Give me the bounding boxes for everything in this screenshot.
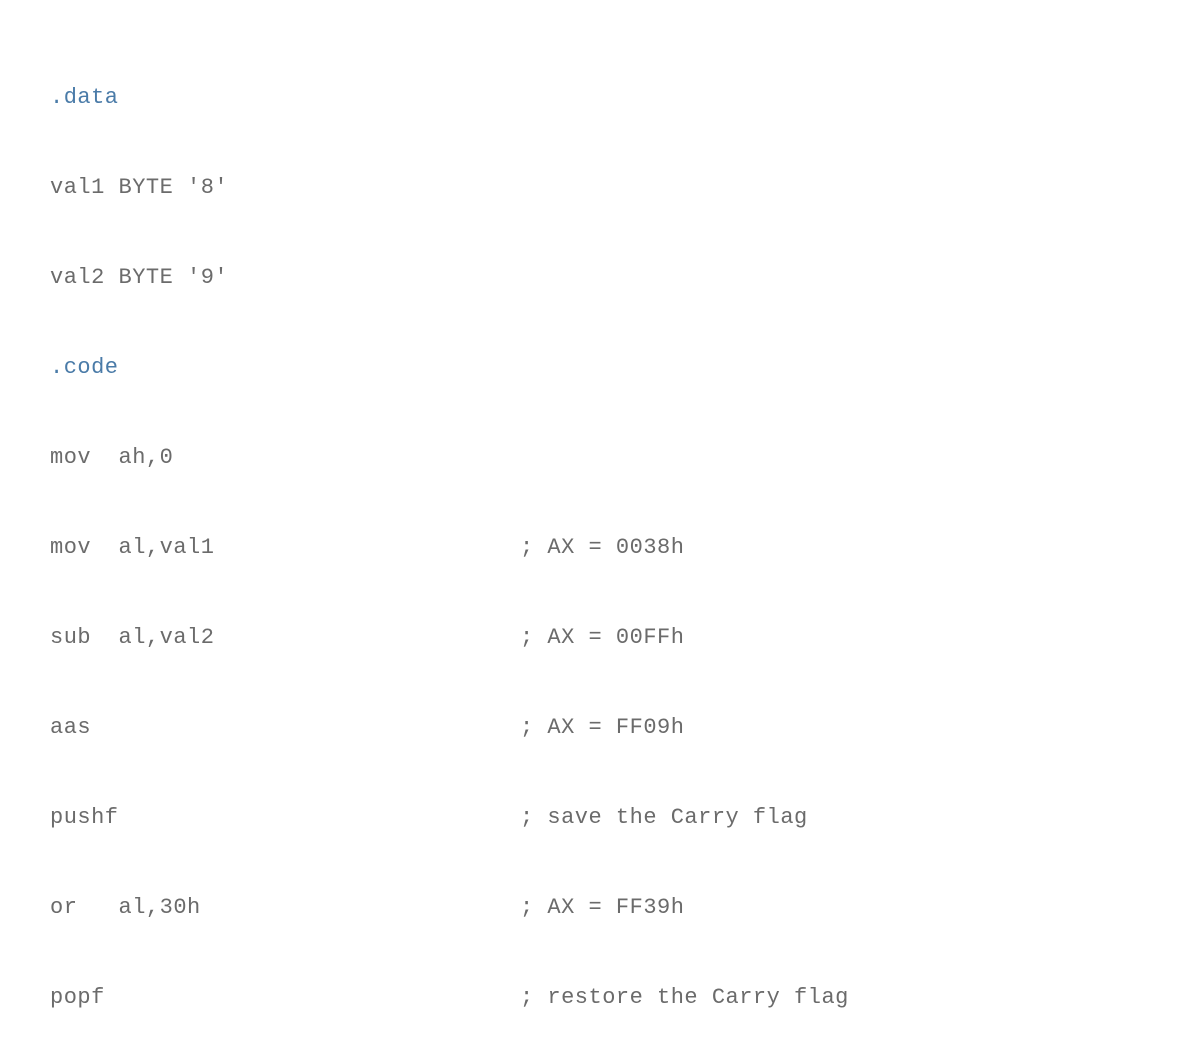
comment-cell: ; AX = 0038h [520,528,684,568]
instruction-cell: pushf [50,798,520,838]
code-line: mov ah,0 [50,438,1150,478]
comment-cell: ; restore the Carry flag [520,978,849,1018]
instruction-cell: val1 BYTE '8' [50,168,520,208]
instr-pre: or al,30h [50,895,201,920]
code-line: .code [50,348,1150,388]
instr-pre: popf [50,985,105,1010]
directive: .data [50,85,119,110]
code-line: pushf ; save the Carry flag [50,798,1150,838]
instruction-cell: sub al,val2 [50,618,520,658]
code-line: mov al,val1 ; AX = 0038h [50,528,1150,568]
instr-pre: mov al,val1 [50,535,214,560]
instr-pre: sub al,val2 [50,625,214,650]
code-line: or al,30h ; AX = FF39h [50,888,1150,928]
instr-pre: aas [50,715,91,740]
instr-pre: val2 BYTE '9' [50,265,228,290]
comment-cell: ; AX = FF09h [520,708,684,748]
instruction-cell: mov ah,0 [50,438,520,478]
instruction-cell: aas [50,708,520,748]
code-line: sub al,val2 ; AX = 00FFh [50,618,1150,658]
instruction-cell: or al,30h [50,888,520,928]
instruction-cell: .data [50,78,520,118]
code-line: val1 BYTE '8' [50,168,1150,208]
instruction-cell: popf [50,978,520,1018]
comment-cell: ; AX = FF39h [520,888,684,928]
code-line: val2 BYTE '9' [50,258,1150,298]
instr-pre: mov ah,0 [50,445,173,470]
instr-pre: pushf [50,805,119,830]
code-line: .data [50,78,1150,118]
instr-pre: val1 BYTE '8' [50,175,228,200]
instruction-cell: val2 BYTE '9' [50,258,520,298]
directive: .code [50,355,119,380]
assembly-code-block: .data val1 BYTE '8' val2 BYTE '9' .code … [50,28,1150,1043]
code-line: popf ; restore the Carry flag [50,978,1150,1018]
code-line: aas ; AX = FF09h [50,708,1150,748]
comment-cell: ; save the Carry flag [520,798,808,838]
comment-cell: ; AX = 00FFh [520,618,684,658]
instruction-cell: mov al,val1 [50,528,520,568]
instruction-cell: .code [50,348,520,388]
